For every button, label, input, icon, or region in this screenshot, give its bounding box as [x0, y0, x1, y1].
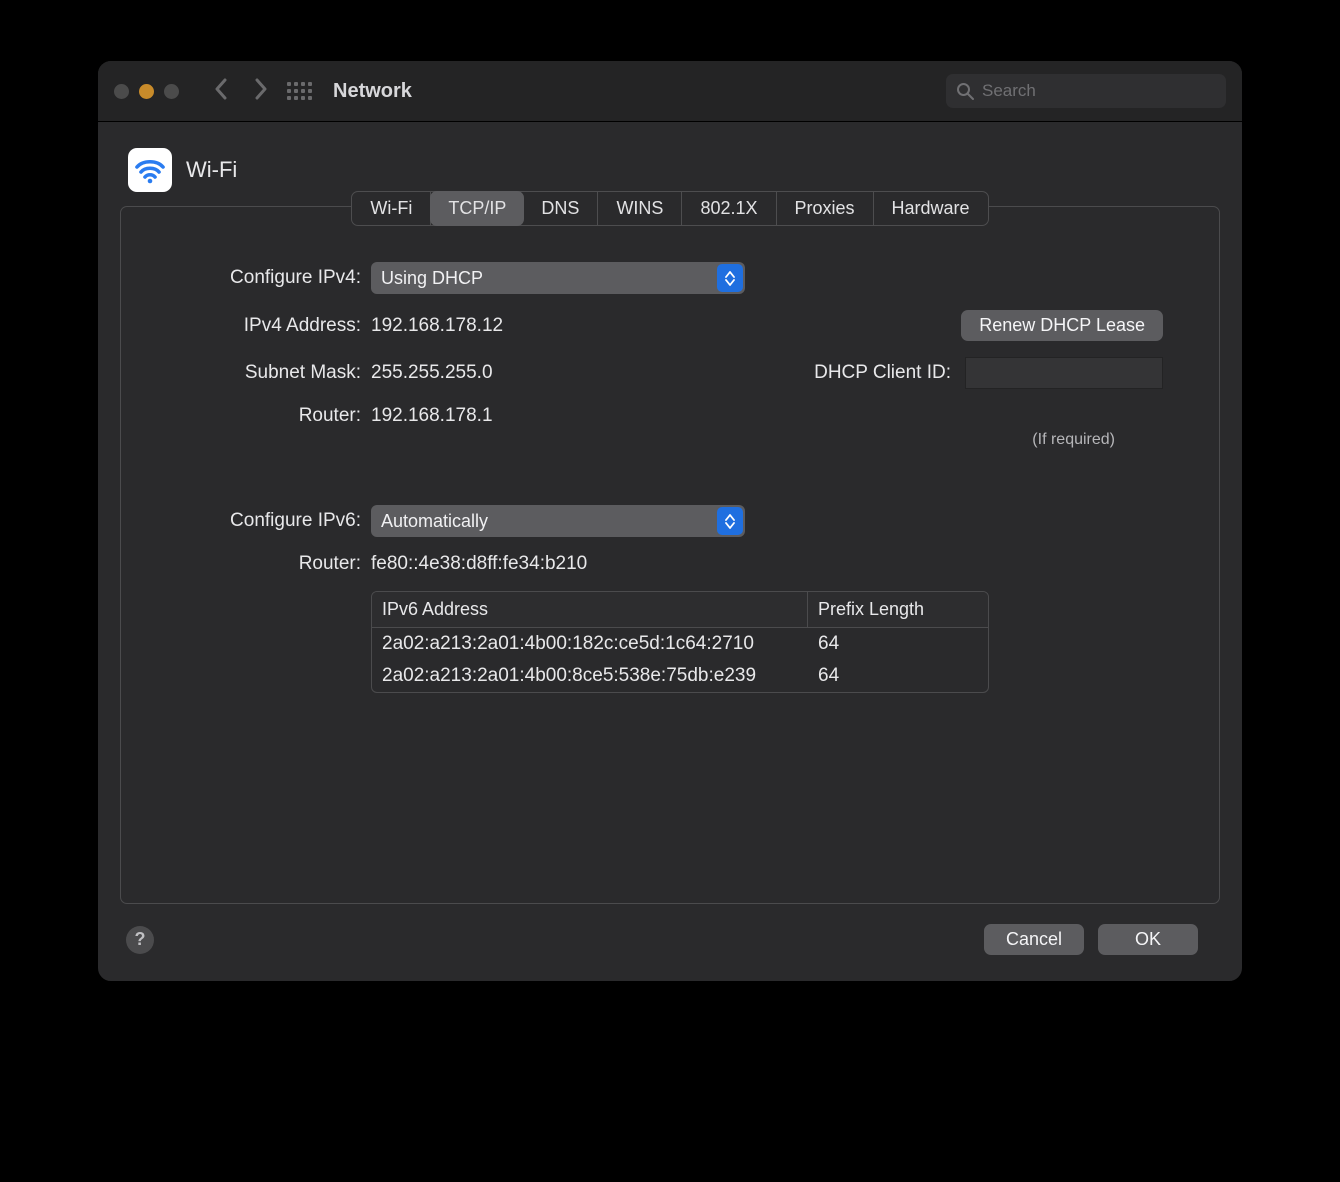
minimize-window-button[interactable]	[139, 84, 154, 99]
ipv6-prefix-cell: 64	[808, 628, 988, 660]
search-placeholder: Search	[982, 81, 1036, 101]
tab-dns[interactable]: DNS	[523, 192, 598, 225]
ipv6-prefix-cell: 64	[808, 660, 988, 692]
dhcp-client-id-label: DHCP Client ID:	[814, 362, 951, 384]
tab-8021x[interactable]: 802.1X	[682, 192, 776, 225]
ipv4-router-value: 192.168.178.1	[371, 405, 493, 427]
tab-hardware[interactable]: Hardware	[874, 192, 988, 225]
search-input[interactable]: Search	[946, 74, 1226, 108]
table-row: 2a02:a213:2a01:4b00:8ce5:538e:75db:e239 …	[372, 660, 988, 692]
configure-ipv6-value: Automatically	[381, 511, 488, 532]
ipv6-address-cell: 2a02:a213:2a01:4b00:182c:ce5d:1c64:2710	[372, 628, 808, 660]
traffic-lights	[114, 84, 179, 99]
subnet-mask-label: Subnet Mask:	[121, 362, 361, 384]
ipv6-router-value: fe80::4e38:d8ff:fe34:b210	[371, 553, 1163, 575]
ipv6-router-label: Router:	[121, 553, 361, 575]
window-title: Network	[333, 80, 412, 103]
configure-ipv4-value: Using DHCP	[381, 268, 483, 289]
tab-tcpip[interactable]: TCP/IP	[430, 191, 524, 226]
table-row: 2a02:a213:2a01:4b00:182c:ce5d:1c64:2710 …	[372, 628, 988, 660]
tab-wifi[interactable]: Wi-Fi	[352, 192, 431, 225]
settings-panel: Wi-Fi TCP/IP DNS WINS 802.1X Proxies Har…	[120, 206, 1220, 904]
configure-ipv4-label: Configure IPv4:	[121, 267, 361, 289]
wifi-icon	[128, 148, 172, 192]
ipv4-address-label: IPv4 Address:	[121, 315, 361, 337]
tab-proxies[interactable]: Proxies	[777, 192, 874, 225]
ipv4-router-label: Router:	[121, 405, 361, 427]
updown-arrows-icon	[717, 264, 743, 292]
ipv6-address-cell: 2a02:a213:2a01:4b00:8ce5:538e:75db:e239	[372, 660, 808, 692]
back-button[interactable]	[201, 61, 241, 121]
configure-ipv6-select[interactable]: Automatically	[371, 505, 745, 537]
ipv4-address-value: 192.168.178.12	[371, 315, 503, 337]
updown-arrows-icon	[717, 507, 743, 535]
search-icon	[956, 82, 974, 100]
ipv6-table-header-prefix: Prefix Length	[808, 592, 988, 627]
ipv6-address-table: IPv6 Address Prefix Length 2a02:a213:2a0…	[371, 591, 989, 693]
titlebar: Network Search	[98, 61, 1242, 122]
configure-ipv4-select[interactable]: Using DHCP	[371, 262, 745, 294]
dhcp-client-id-field[interactable]	[965, 357, 1163, 389]
tab-bar: Wi-Fi TCP/IP DNS WINS 802.1X Proxies Har…	[351, 191, 988, 226]
section-title: Wi-Fi	[186, 157, 237, 183]
ipv6-table-header-address: IPv6 Address	[372, 592, 808, 627]
preferences-window: Network Search Wi-Fi	[97, 60, 1243, 982]
dhcp-client-id-hint: (If required)	[1032, 431, 1115, 449]
forward-button[interactable]	[241, 61, 281, 121]
configure-ipv6-label: Configure IPv6:	[121, 510, 361, 532]
subnet-mask-value: 255.255.255.0	[371, 362, 493, 384]
zoom-window-button[interactable]	[164, 84, 179, 99]
close-window-button[interactable]	[114, 84, 129, 99]
show-all-button[interactable]	[287, 77, 315, 105]
tab-wins[interactable]: WINS	[598, 192, 682, 225]
help-button[interactable]: ?	[126, 926, 154, 954]
renew-dhcp-lease-button[interactable]: Renew DHCP Lease	[961, 310, 1163, 341]
ok-button[interactable]: OK	[1098, 924, 1198, 955]
cancel-button[interactable]: Cancel	[984, 924, 1084, 955]
